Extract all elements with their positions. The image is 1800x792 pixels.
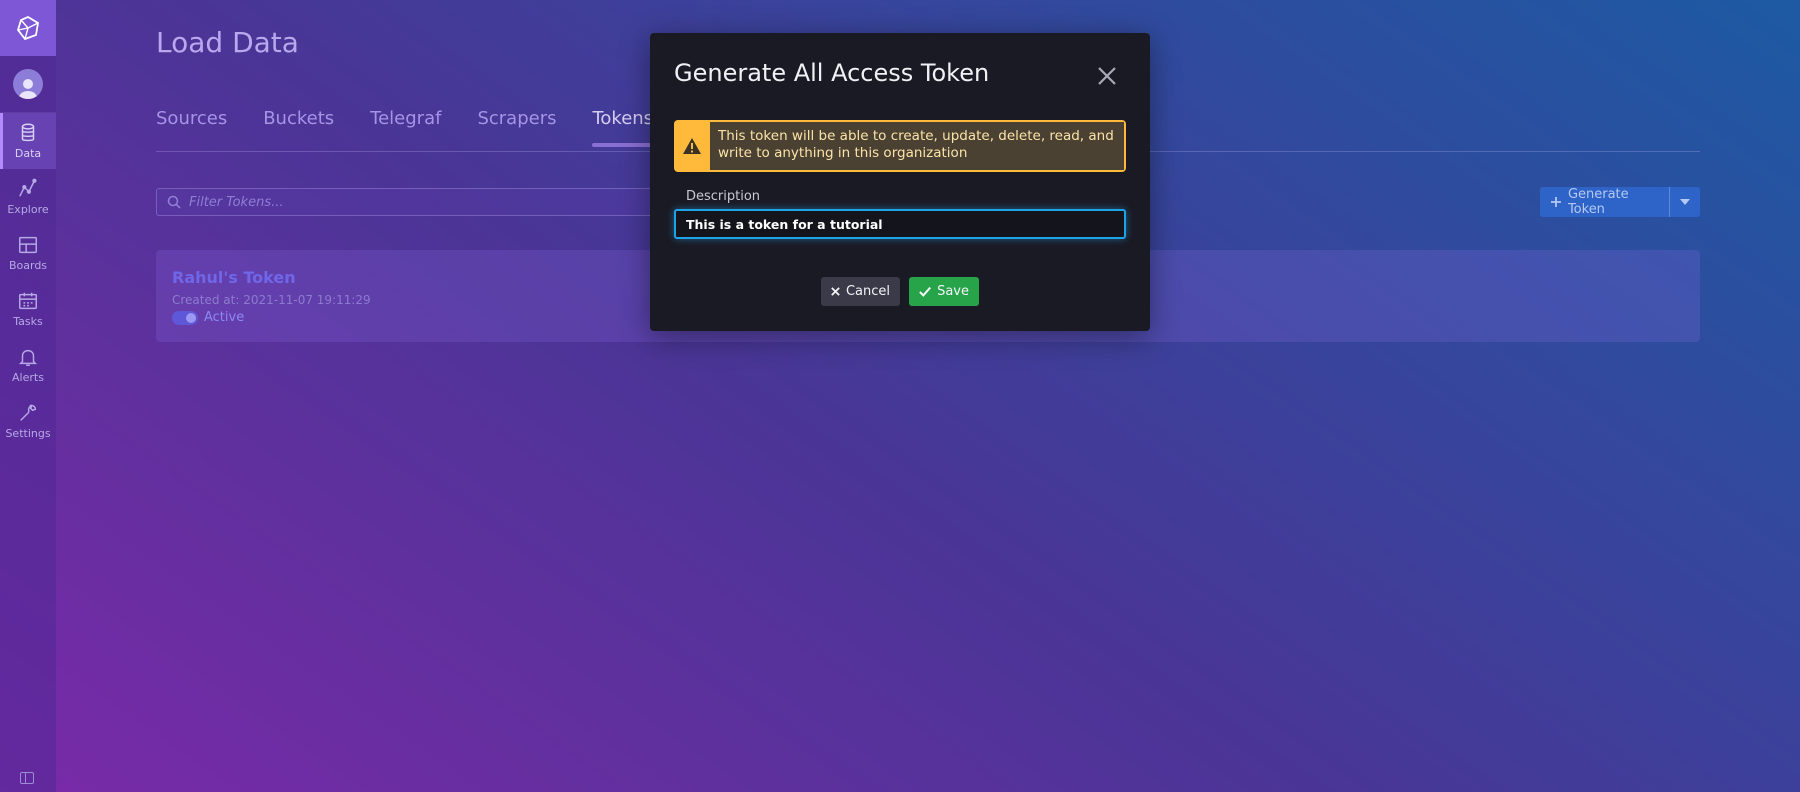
nav-label-tasks: Tasks bbox=[13, 315, 43, 328]
tab-buckets[interactable]: Buckets bbox=[263, 108, 334, 147]
generate-token-main[interactable]: Generate Token bbox=[1540, 187, 1669, 217]
nav-item-tasks[interactable]: Tasks bbox=[0, 281, 56, 337]
nav-item-alerts[interactable]: Alerts bbox=[0, 337, 56, 393]
nav-label-settings: Settings bbox=[5, 427, 51, 440]
generate-token-button[interactable]: Generate Token bbox=[1540, 187, 1700, 217]
filter-placeholder: Filter Tokens... bbox=[189, 194, 284, 210]
x-icon bbox=[831, 287, 840, 296]
modal-title: Generate All Access Token bbox=[674, 59, 990, 87]
nav-item-boards[interactable]: Boards bbox=[0, 225, 56, 281]
save-label: Save bbox=[937, 284, 969, 299]
avatar[interactable] bbox=[13, 69, 43, 99]
generate-token-label: Generate Token bbox=[1567, 187, 1629, 217]
user-avatar-wrap[interactable] bbox=[0, 56, 56, 113]
token-created-at: Created at: 2021-11-07 19:11:29 bbox=[172, 293, 371, 307]
generate-token-dropdown[interactable] bbox=[1669, 187, 1700, 217]
nav-item-explore[interactable]: Explore bbox=[0, 169, 56, 225]
user-icon bbox=[19, 79, 37, 99]
tab-telegraf[interactable]: Telegraf bbox=[370, 108, 441, 147]
token-name-link[interactable]: Rahul's Token bbox=[172, 268, 296, 287]
graph-icon bbox=[19, 178, 37, 197]
description-label: Description bbox=[686, 189, 761, 204]
warning-alert: This token will be able to create, updat… bbox=[674, 120, 1126, 172]
calendar-icon bbox=[19, 292, 37, 310]
filter-tokens-input[interactable]: Filter Tokens... bbox=[156, 188, 676, 216]
logo-icon bbox=[17, 15, 39, 41]
tab-scrapers[interactable]: Scrapers bbox=[477, 108, 556, 147]
token-status-toggle[interactable] bbox=[172, 310, 198, 325]
wrench-icon bbox=[20, 404, 37, 421]
nav-item-settings[interactable]: Settings bbox=[0, 393, 56, 449]
warning-message: This token will be able to create, updat… bbox=[710, 122, 1124, 170]
save-button[interactable]: Save bbox=[909, 277, 979, 306]
nav-label-boards: Boards bbox=[8, 259, 48, 272]
cancel-label: Cancel bbox=[845, 284, 890, 299]
nav-item-data[interactable]: Data bbox=[0, 113, 56, 169]
nav-label-data: Data bbox=[14, 147, 42, 160]
search-icon bbox=[167, 195, 181, 209]
nav-label-alerts: Alerts bbox=[12, 371, 44, 384]
token-status-label: Active bbox=[204, 310, 245, 325]
cancel-button[interactable]: Cancel bbox=[821, 277, 900, 306]
database-icon bbox=[21, 123, 35, 142]
modal-close-button[interactable] bbox=[1094, 63, 1120, 89]
sidebar: Data Explore Boards Tasks Alerts Setting… bbox=[0, 0, 56, 792]
tab-tokens[interactable]: Tokens bbox=[592, 108, 713, 147]
collapse-sidebar-icon[interactable] bbox=[20, 772, 34, 784]
bell-icon bbox=[18, 349, 38, 366]
warning-icon bbox=[674, 120, 710, 172]
description-input[interactable] bbox=[674, 209, 1126, 239]
generate-token-modal: Generate All Access Token This token wil… bbox=[650, 33, 1150, 331]
dashboard-icon bbox=[19, 236, 37, 254]
tabs: Sources Buckets Telegraf Scrapers Tokens bbox=[156, 108, 713, 147]
checkmark-icon bbox=[919, 286, 931, 297]
plus-icon bbox=[1550, 197, 1561, 207]
page-title: Load Data bbox=[156, 26, 299, 59]
influx-logo[interactable] bbox=[0, 0, 56, 56]
nav-label-explore: Explore bbox=[7, 203, 49, 216]
token-status-row: Active bbox=[172, 310, 244, 325]
close-icon bbox=[1098, 67, 1116, 85]
caret-down-icon bbox=[1680, 199, 1691, 205]
tab-sources[interactable]: Sources bbox=[156, 108, 227, 147]
